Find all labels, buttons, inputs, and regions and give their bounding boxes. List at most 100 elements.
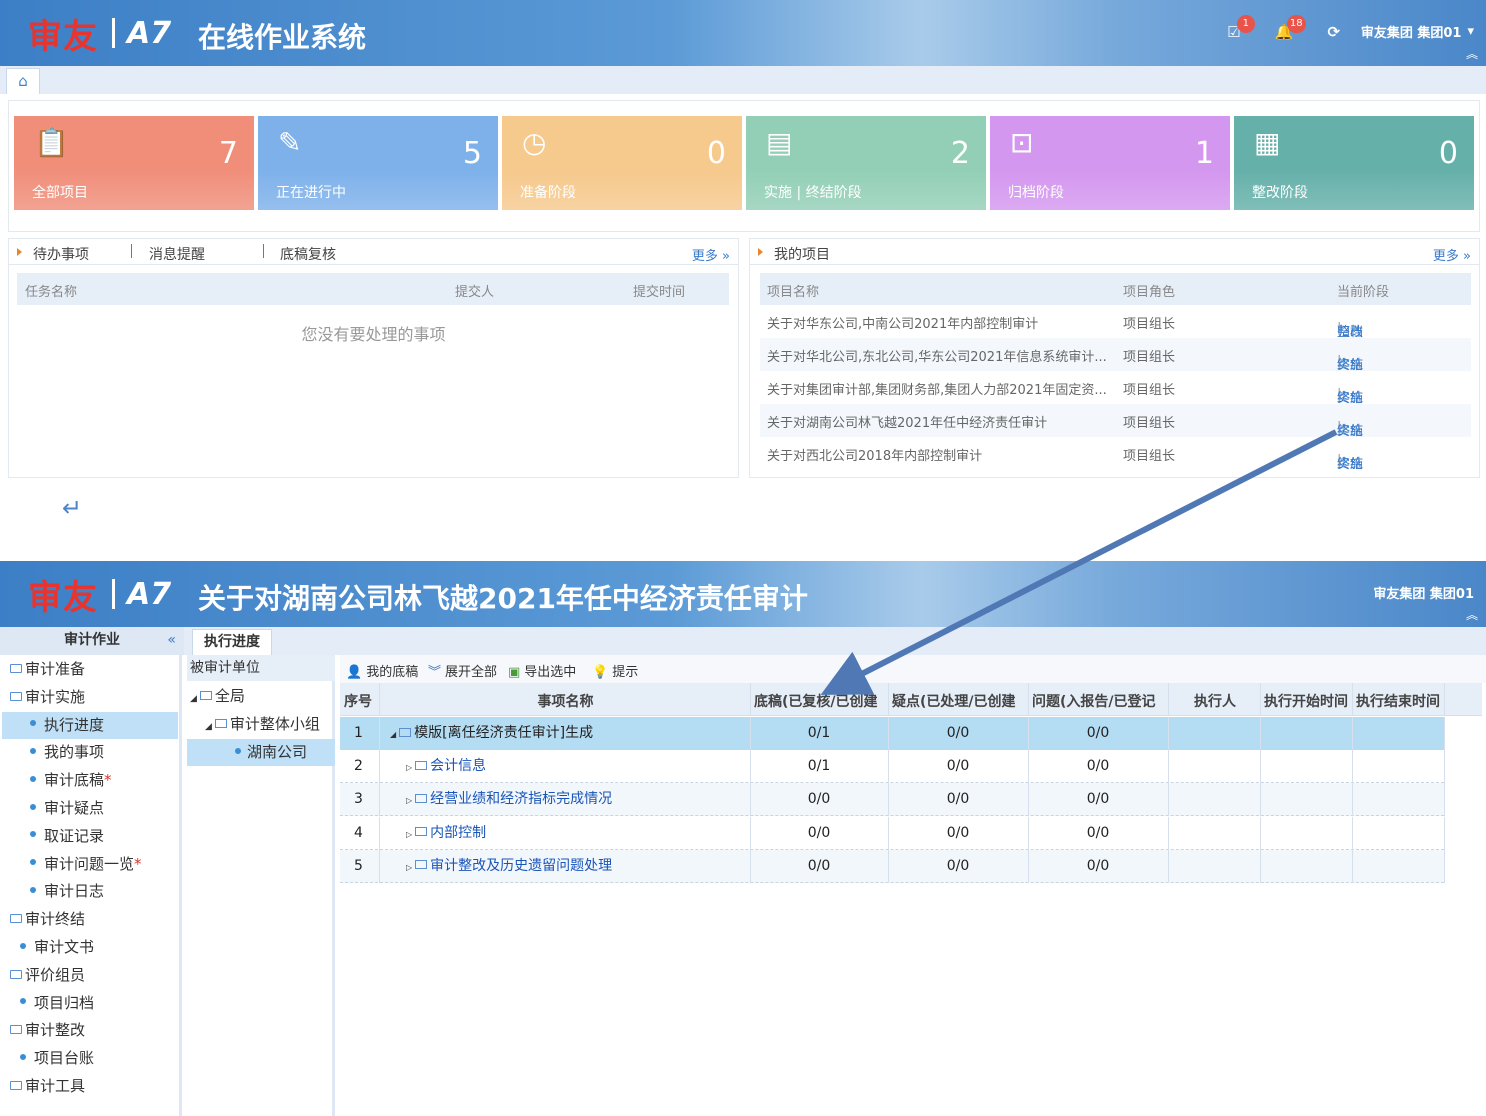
table-row[interactable]: 关于对集团审计部,集团财务部,集团人力部2021年固定资... 项目组长 实施 | … [760,371,1471,406]
col-drafts[interactable]: 底稿(已复核/已创建 [754,691,886,711]
column-divider [750,816,751,850]
table-row[interactable]: 关于对湖南公司林飞越2021年任中经济责任审计 项目组长 实施 | 终结 [760,404,1471,439]
table-row[interactable]: 4 ▷ 内部控制 0/0 0/0 0/0 [340,816,1445,850]
table-row[interactable]: 5 ▷ 审计整改及历史遗留问题处理 0/0 0/0 0/0 [340,849,1445,883]
expand-icon[interactable]: ◢ [390,730,396,739]
sidebar-item-2[interactable]: 执行进度 [2,711,178,739]
folder-icon [415,827,428,837]
table-row[interactable]: 1 ◢ 模版[离任经济责任审计]生成 0/1 0/0 0/0 [340,717,1445,750]
sidebar-item-11[interactable]: 评价组员 [2,962,178,989]
col-executor[interactable]: 执行人 [1172,691,1258,711]
sidebar-item-12[interactable]: 项目归档 [2,990,178,1017]
card-label: 归档阶段 [1008,185,1064,201]
stat-card[interactable]: 📋 7 全部项目 [14,116,254,210]
issue-count: 0/0 [1086,725,1110,741]
stat-card[interactable]: ◷ 0 准备阶段 [502,116,742,210]
column-divider [888,683,889,716]
stage-link[interactable]: 终结 [1337,453,1363,472]
user-name[interactable]: 审友集团 集团01 [1373,583,1474,602]
tab-messages[interactable]: 消息提醒 [149,244,205,264]
sidebar-item-13[interactable]: 审计整改 [2,1017,178,1044]
issue-count: 0/0 [1086,824,1110,841]
col-end-time[interactable]: 执行结束时间 [1356,691,1442,711]
more-link[interactable]: 更多 » [1433,245,1471,264]
tree-node-hunan[interactable]: 湖南公司 [187,739,335,766]
sidebar-item-4[interactable]: 审计底稿* [2,767,178,794]
sidebar-item-7[interactable]: 审计问题一览* [2,851,178,878]
expand-icon[interactable]: ▷ [406,763,412,772]
collapse-up-icon[interactable]: ︽ [1466,45,1478,62]
expand-icon[interactable]: ▷ [406,863,412,872]
project-name[interactable]: 关于对集团审计部,集团财务部,集团人力部2021年固定资... [767,379,1107,398]
collapse-left-icon[interactable]: « [167,627,176,653]
logo: 审友 A7 [28,573,171,618]
sidebar-item-label: 审计日志 [44,882,105,901]
project-name[interactable]: 关于对华东公司,中南公司2021年内部控制审计 [767,313,1038,332]
expand-icon[interactable]: ▷ [406,830,412,839]
sidebar-item-9[interactable]: 审计终结 [2,906,178,933]
hint-button[interactable]: 💡 提示 [592,661,638,680]
col-item-name[interactable]: 事项名称 [383,691,748,711]
sidebar-item-10[interactable]: 审计文书 [2,934,178,961]
button-label: 我的底稿 [366,665,419,680]
col-doubts[interactable]: 疑点(已处理/已创建 [892,691,1026,711]
stat-card[interactable]: ▤ 2 实施 | 终结阶段 [746,116,986,210]
tree-node-team[interactable]: ◢ 审计整体小组 [205,711,320,738]
tab-draft-review[interactable]: 底稿复核 [280,244,336,264]
sidebar-item-3[interactable]: 我的事项 [2,739,178,766]
my-drafts-button[interactable]: 👤 我的底稿 [346,661,418,680]
table-row[interactable]: 3 ▷ 经营业绩和经济指标完成情况 0/0 0/0 0/0 [340,783,1445,817]
sidebar-item-14[interactable]: 项目台账 [2,1045,178,1072]
table-row[interactable]: 2 ▷ 会计信息 0/1 0/0 0/0 [340,750,1445,784]
more-link[interactable]: 更多 » [692,245,730,264]
refresh-icon[interactable]: ⟳ [1325,23,1343,41]
tree-header: 被审计单位 [187,655,335,681]
sidebar-item-6[interactable]: 取证记录 [2,823,178,850]
table-row[interactable]: 关于对西北公司2018年内部控制审计 项目组长 实施 | 终结 [760,437,1471,472]
bullet-icon [30,803,36,810]
expand-icon[interactable]: ◢ [190,694,197,704]
tab-exec-progress[interactable]: 执行进度 [192,629,272,655]
folder-icon [10,1025,22,1035]
task-icon[interactable]: ☑ 1 [1225,14,1255,41]
item-name[interactable]: 会计信息 [430,758,486,774]
expand-all-button[interactable]: ︾ 展开全部 [428,661,497,680]
col-current-stage: 当前阶段 [1337,285,1390,300]
expand-icon[interactable]: ◢ [205,722,212,732]
project-name[interactable]: 关于对华北公司,东北公司,华东公司2021年信息系统审计... [767,346,1107,365]
column-divider [1028,717,1029,750]
row-no: 3 [354,791,363,808]
sidebar-item-0[interactable]: 审计准备 [2,656,178,683]
collapse-up-icon[interactable]: ︽ [1466,606,1478,623]
table-row[interactable]: 关于对华北公司,东北公司,华东公司2021年信息系统审计... 项目组长 实施 | … [760,338,1471,373]
sidebar-item-5[interactable]: 审计疑点 [2,795,178,822]
item-name[interactable]: 模版[离任经济责任审计]生成 [414,725,593,741]
chevron-down-icon[interactable]: ▾ [1467,24,1474,39]
bell-icon[interactable]: 🔔 18 [1275,14,1306,41]
col-no[interactable]: 序号 [344,691,377,711]
project-name[interactable]: 关于对湖南公司林飞越2021年任中经济责任审计 [767,412,1047,431]
divider [263,244,264,258]
projects-panel: 我的项目 更多 » 项目名称 项目角色 当前阶段 关于对华东公司,中南公司202… [749,238,1480,478]
item-name[interactable]: 经营业绩和经济指标完成情况 [430,791,612,807]
sidebar-item-8[interactable]: 审计日志 [2,878,178,905]
stat-card[interactable]: ⊡ 1 归档阶段 [990,116,1230,210]
item-name[interactable]: 内部控制 [430,825,486,841]
sidebar-item-1[interactable]: 审计实施 [2,684,178,711]
user-name[interactable]: 审友集团 集团01 [1361,22,1462,41]
col-start-time[interactable]: 执行开始时间 [1264,691,1350,711]
tree-node-all[interactable]: ◢ 全局 [190,683,245,710]
col-issues[interactable]: 问题(入报告/已登记 [1032,691,1166,711]
project-name[interactable]: 关于对西北公司2018年内部控制审计 [767,445,982,464]
table-row[interactable]: 关于对华东公司,中南公司2021年内部控制审计 项目组长 归档 | 整改 [760,305,1471,340]
item-name[interactable]: 审计整改及历史遗留问题处理 [430,858,612,874]
stat-card[interactable]: ▦ 0 整改阶段 [1234,116,1474,210]
column-divider [379,849,380,883]
home-tab[interactable]: ⌂ [6,68,40,94]
folder-icon [199,691,212,700]
expand-icon[interactable]: ▷ [406,796,412,805]
tab-todo[interactable]: 待办事项 [33,244,89,264]
export-selected-button[interactable]: ▣ 导出选中 [508,661,576,680]
stat-card[interactable]: ✎ 5 正在进行中 [258,116,498,210]
sidebar-item-15[interactable]: 审计工具 [2,1073,178,1100]
